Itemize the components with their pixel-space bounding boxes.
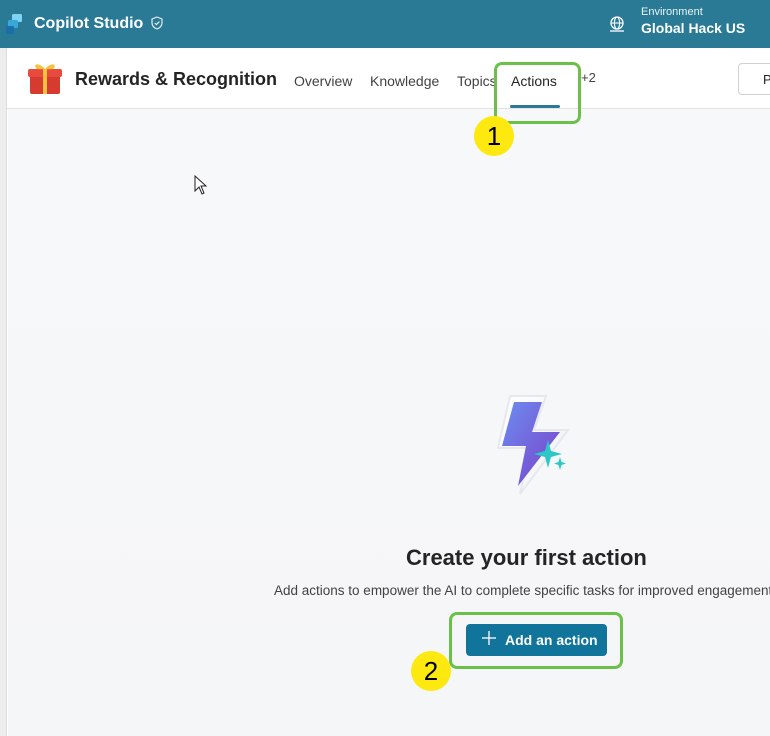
top-bar: Copilot Studio Environment Global Hack U…	[0, 0, 770, 48]
more-tabs-button[interactable]: +2	[581, 70, 596, 85]
empty-state-description: Add actions to empower the AI to complet…	[274, 583, 770, 598]
shield-icon[interactable]	[150, 16, 164, 30]
environment-label: Environment	[641, 6, 703, 18]
tab-overview[interactable]: Overview	[294, 73, 352, 89]
left-nav-edge	[0, 48, 7, 736]
empty-state-title: Create your first action	[406, 545, 647, 570]
step-badge-1: 1	[474, 116, 514, 156]
highlight-box-actions-tab	[494, 62, 581, 124]
app-title[interactable]: Copilot Studio	[34, 15, 143, 33]
publish-button[interactable]: P	[738, 63, 770, 95]
highlight-box-add-action	[449, 612, 623, 669]
mouse-cursor-icon	[194, 175, 208, 195]
agent-header: Rewards & Recognition Overview Knowledge…	[0, 48, 770, 109]
tab-topics[interactable]: Topics	[457, 73, 497, 89]
environment-selector[interactable]: Global Hack US	[641, 20, 745, 36]
tab-knowledge[interactable]: Knowledge	[370, 73, 439, 89]
copilot-studio-logo-icon[interactable]	[6, 14, 24, 34]
environment-icon[interactable]	[608, 15, 626, 33]
publish-button-label: P	[763, 72, 770, 87]
actions-page	[8, 109, 770, 736]
agent-name: Rewards & Recognition	[75, 69, 278, 89]
step-badge-2: 2	[411, 651, 451, 691]
lightning-sparkle-icon	[496, 395, 570, 495]
gift-icon	[28, 64, 62, 94]
